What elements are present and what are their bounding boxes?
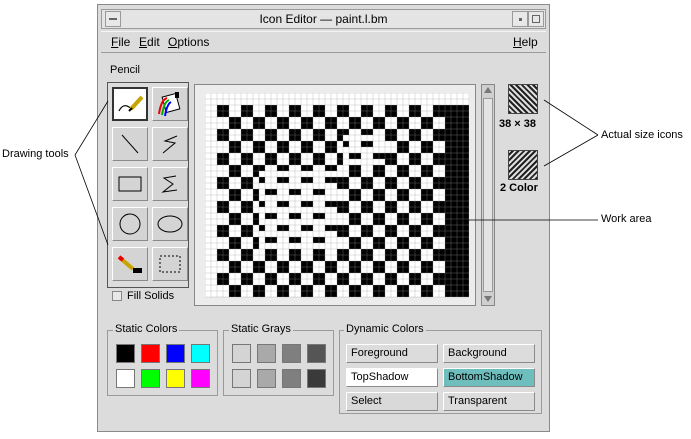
callout-actual-size-icons: Actual size icons: [601, 129, 683, 141]
callout-drawing-tools: Drawing tools: [2, 148, 69, 160]
callout-lines: [74, 99, 599, 246]
callout-work-area: Work area: [601, 213, 652, 225]
